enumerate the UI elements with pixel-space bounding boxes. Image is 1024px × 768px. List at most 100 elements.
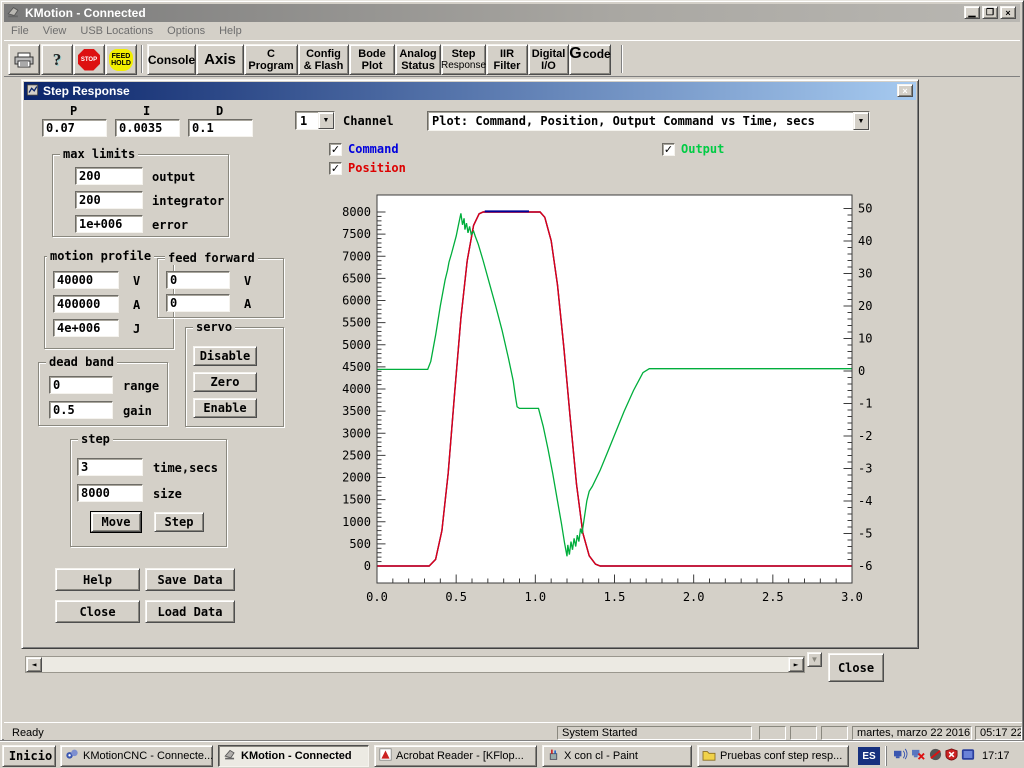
- feedhold-button[interactable]: FEEDHOLD: [105, 44, 137, 75]
- chevron-down-icon[interactable]: ▼: [853, 112, 869, 130]
- feed-forward-group: feed forward V A: [157, 258, 284, 318]
- d-field[interactable]: [188, 119, 253, 137]
- gain-field[interactable]: [49, 401, 113, 419]
- restore-button[interactable]: ❐: [982, 6, 998, 19]
- scroll-right-icon[interactable]: ►: [788, 657, 804, 672]
- load-data-button[interactable]: Load Data: [145, 600, 235, 623]
- toolbar-cprogram-button[interactable]: CProgram: [244, 44, 298, 75]
- shield-icon[interactable]: [945, 748, 958, 764]
- ff-v-field[interactable]: [166, 271, 230, 289]
- net-audio-icon[interactable]: [893, 748, 908, 764]
- profile-a-field[interactable]: [53, 295, 119, 313]
- zero-button[interactable]: Zero: [193, 372, 257, 392]
- toolbar-console-button[interactable]: Console: [147, 44, 196, 75]
- max-output-label: output: [152, 170, 195, 184]
- svg-text:0.0: 0.0: [366, 590, 388, 604]
- display-icon[interactable]: [961, 748, 975, 764]
- profile-v-field[interactable]: [53, 271, 119, 289]
- toolbar-gcode-button[interactable]: Gcode: [569, 44, 611, 75]
- i-field[interactable]: [115, 119, 180, 137]
- menu-usb-locations[interactable]: USB Locations: [73, 22, 160, 40]
- minimize-button[interactable]: ▁: [964, 6, 980, 19]
- close-button[interactable]: ×: [1000, 6, 1016, 19]
- output-checkbox-label: Output: [681, 142, 724, 156]
- max-error-field[interactable]: [75, 215, 143, 233]
- checkmark-icon: ✓: [329, 162, 342, 175]
- taskbar-task-kmotion[interactable]: KMotion - Connected: [218, 745, 369, 767]
- start-label: Inicio: [9, 749, 52, 763]
- toolbar-label: & Flash: [304, 60, 344, 72]
- menu-help[interactable]: Help: [212, 22, 249, 40]
- ff-a-field[interactable]: [166, 294, 230, 312]
- taskbar-task-paint[interactable]: X con cl - Paint: [542, 745, 692, 767]
- motion-profile-title: motion profile: [47, 249, 154, 263]
- toolbar-label: Console: [148, 53, 195, 67]
- disable-button[interactable]: Disable: [193, 346, 257, 366]
- taskbar-task-acrobat[interactable]: Acrobat Reader - [KFlop...: [374, 745, 537, 767]
- svg-text:2.0: 2.0: [683, 590, 705, 604]
- status-blank-3: [821, 726, 848, 740]
- svg-text:-10: -10: [858, 397, 872, 411]
- enable-button[interactable]: Enable: [193, 398, 257, 418]
- position-checkbox[interactable]: ✓ Position: [329, 161, 406, 175]
- main-titlebar[interactable]: KMotion - Connected ▁ ❐ ×: [4, 4, 1020, 22]
- bottom-close-button[interactable]: Close: [828, 653, 884, 682]
- toolbar-stepresponse-button[interactable]: StepResponse: [441, 44, 486, 75]
- scroll-down-icon[interactable]: ▼: [807, 652, 822, 667]
- toolbar-analogstatus-button[interactable]: AnalogStatus: [395, 44, 441, 75]
- toolbar-bodeplot-button[interactable]: BodePlot: [349, 44, 395, 75]
- print-button[interactable]: [8, 44, 40, 75]
- output-checkbox[interactable]: ✓ Output: [662, 142, 724, 156]
- plot-select[interactable]: Plot: Command, Position, Output Command …: [427, 111, 870, 131]
- command-checkbox[interactable]: ✓ Command: [329, 142, 399, 156]
- feed-forward-title: feed forward: [165, 251, 258, 265]
- taskbar-task-folder[interactable]: Pruebas conf step resp...: [697, 745, 849, 767]
- svg-text:8000: 8000: [342, 205, 371, 219]
- toolbar-label: Program: [248, 60, 293, 72]
- dialog-titlebar[interactable]: Step Response ×: [24, 82, 916, 100]
- profile-a-label: A: [133, 298, 140, 312]
- toolbar-digitalio-button[interactable]: DigitalI/O: [528, 44, 569, 75]
- stop-button[interactable]: STOP: [73, 44, 105, 75]
- svg-text:0: 0: [364, 559, 371, 573]
- step-title: step: [78, 432, 113, 446]
- help-button[interactable]: ?: [41, 44, 73, 75]
- menu-options[interactable]: Options: [160, 22, 212, 40]
- help-dialog-button[interactable]: Help: [55, 568, 140, 591]
- svg-text:40: 40: [858, 234, 872, 248]
- toolbar-label: Plot: [362, 60, 383, 72]
- profile-j-field[interactable]: [53, 319, 119, 337]
- menu-view[interactable]: View: [36, 22, 74, 40]
- toolbar-iirfilter-button[interactable]: IIRFilter: [486, 44, 528, 75]
- channel-select[interactable]: 1▼: [295, 111, 335, 130]
- toolbar-axis-button[interactable]: Axis: [196, 44, 244, 75]
- step-button[interactable]: Step: [154, 512, 204, 532]
- max-integrator-field[interactable]: [75, 191, 143, 209]
- cam-block-icon[interactable]: [929, 748, 942, 764]
- svg-text:5500: 5500: [342, 316, 371, 330]
- close-dialog-button[interactable]: Close: [55, 600, 140, 623]
- svg-text:2000: 2000: [342, 471, 371, 485]
- net-x-icon[interactable]: [911, 748, 926, 764]
- p-field[interactable]: [42, 119, 107, 137]
- step-time-field[interactable]: [77, 458, 143, 476]
- language-indicator[interactable]: ES: [858, 747, 880, 765]
- menu-file[interactable]: File: [4, 22, 36, 40]
- save-data-button[interactable]: Save Data: [145, 568, 235, 591]
- range-field[interactable]: [49, 376, 113, 394]
- feedhold-icon: FEEDHOLD: [109, 49, 133, 71]
- dialog-close-icon[interactable]: ×: [897, 84, 913, 97]
- taskbar-task-kmotioncnc[interactable]: KMotionCNC - Connecte...: [60, 745, 213, 767]
- step-size-field[interactable]: [77, 484, 143, 502]
- chevron-down-icon[interactable]: ▼: [318, 112, 334, 129]
- max-output-field[interactable]: [75, 167, 143, 185]
- svg-text:7500: 7500: [342, 227, 371, 241]
- svg-text:30: 30: [858, 267, 872, 281]
- toolbar-configflash-button[interactable]: Config& Flash: [298, 44, 349, 75]
- move-button[interactable]: Move: [91, 512, 141, 532]
- start-button[interactable]: Inicio: [2, 745, 56, 767]
- horizontal-scrollbar[interactable]: ◄ ►: [25, 656, 805, 673]
- scroll-left-icon[interactable]: ◄: [26, 657, 42, 672]
- task-label: KMotion - Connected: [241, 750, 352, 762]
- kmotion-icon: [223, 748, 237, 764]
